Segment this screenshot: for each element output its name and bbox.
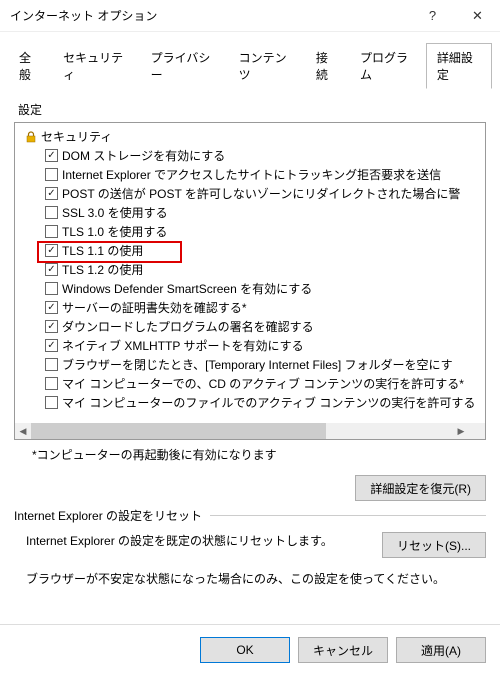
tree-item[interactable]: Internet Explorer でアクセスしたサイトにトラッキング拒否要求を… — [21, 165, 485, 184]
settings-tree[interactable]: セキュリティ DOM ストレージを有効にする Internet Explorer で… — [14, 122, 486, 440]
tab-2[interactable]: プライバシー — [140, 43, 228, 89]
tree-item[interactable]: TLS 1.2 の使用 — [21, 260, 485, 279]
reset-group: Internet Explorer の設定をリセット Internet Expl… — [14, 515, 486, 588]
tree-item-label: ダウンロードしたプログラムの署名を確認する — [62, 318, 314, 335]
checkbox[interactable] — [45, 282, 58, 295]
titlebar: インターネット オプション ? ✕ — [0, 0, 500, 32]
tab-3[interactable]: コンテンツ — [228, 43, 305, 89]
tree-item[interactable]: SSL 3.0 を使用する — [21, 203, 485, 222]
checkbox[interactable] — [45, 320, 58, 333]
reset-button[interactable]: リセット(S)... — [382, 532, 486, 558]
checkbox[interactable] — [45, 244, 58, 257]
tree-item[interactable]: POST の送信が POST を許可しないゾーンにリダイレクトされた場合に警 — [21, 184, 485, 203]
tree-item-label: マイ コンピューターでの、CD のアクティブ コンテンツの実行を許可する* — [62, 375, 464, 392]
close-button[interactable]: ✕ — [455, 0, 500, 31]
tree-item-label: POST の送信が POST を許可しないゾーンにリダイレクトされた場合に警 — [62, 185, 460, 202]
tree-item-label: ネイティブ XMLHTTP サポートを有効にする — [62, 337, 304, 354]
tree-item[interactable]: ネイティブ XMLHTTP サポートを有効にする — [21, 336, 485, 355]
tree-item-label: Internet Explorer でアクセスしたサイトにトラッキング拒否要求を… — [62, 166, 441, 183]
window-title: インターネット オプション — [10, 7, 157, 24]
window-controls: ? ✕ — [410, 0, 500, 31]
tree-item[interactable]: マイ コンピューターでの、CD のアクティブ コンテンツの実行を許可する* — [21, 374, 485, 393]
tree-item-label: Windows Defender SmartScreen を有効にする — [62, 280, 312, 297]
settings-label: 設定 — [18, 101, 486, 118]
checkbox[interactable] — [45, 358, 58, 371]
tree-item-label: マイ コンピューターのファイルでのアクティブ コンテンツの実行を許可する — [62, 394, 475, 411]
lock-icon — [25, 131, 37, 143]
checkbox[interactable] — [45, 149, 58, 162]
tree-item-label: TLS 1.2 の使用 — [62, 261, 143, 278]
scroll-corner — [469, 423, 485, 439]
tab-0[interactable]: 全般 — [8, 43, 52, 89]
checkbox[interactable] — [45, 263, 58, 276]
tree-category[interactable]: セキュリティ — [21, 127, 485, 146]
tree-inner: セキュリティ DOM ストレージを有効にする Internet Explorer で… — [15, 123, 485, 412]
checkbox[interactable] — [45, 301, 58, 314]
tab-5[interactable]: プログラム — [349, 43, 426, 89]
tab-1[interactable]: セキュリティ — [52, 43, 140, 89]
reset-description: Internet Explorer の設定を既定の状態にリセットします。 — [26, 532, 372, 550]
tab-6[interactable]: 詳細設定 — [426, 43, 492, 89]
ok-button[interactable]: OK — [200, 637, 290, 663]
checkbox[interactable] — [45, 225, 58, 238]
tree-item[interactable]: マイ コンピューターのファイルでのアクティブ コンテンツの実行を許可する — [21, 393, 485, 412]
tree-item[interactable]: サーバーの証明書失効を確認する* — [21, 298, 485, 317]
tree-category-label: セキュリティ — [41, 128, 112, 145]
restore-defaults-button[interactable]: 詳細設定を復元(R) — [355, 475, 486, 501]
checkbox[interactable] — [45, 187, 58, 200]
tree-item-label: SSL 3.0 を使用する — [62, 204, 168, 221]
help-button[interactable]: ? — [410, 0, 455, 31]
tab-strip: 全般セキュリティプライバシーコンテンツ接続プログラム詳細設定 — [0, 32, 500, 88]
scroll-left-arrow[interactable]: ◀ — [15, 423, 31, 439]
tree-item-label: TLS 1.1 の使用 — [62, 242, 143, 259]
scroll-right-arrow[interactable]: ▶ — [453, 423, 469, 439]
reset-legend: Internet Explorer の設定をリセット — [14, 507, 210, 524]
tree-item[interactable]: TLS 1.0 を使用する — [21, 222, 485, 241]
tree-item[interactable]: TLS 1.1 の使用 — [21, 241, 485, 260]
scroll-track[interactable] — [31, 423, 453, 439]
checkbox[interactable] — [45, 377, 58, 390]
tree-item-label: サーバーの証明書失効を確認する* — [62, 299, 247, 316]
tree-item[interactable]: ダウンロードしたプログラムの署名を確認する — [21, 317, 485, 336]
tree-item-label: TLS 1.0 を使用する — [62, 223, 167, 240]
checkbox[interactable] — [45, 396, 58, 409]
apply-button[interactable]: 適用(A) — [396, 637, 486, 663]
horizontal-scrollbar[interactable]: ◀ ▶ — [15, 423, 469, 439]
dialog-window: インターネット オプション ? ✕ 全般セキュリティプライバシーコンテンツ接続プ… — [0, 0, 500, 675]
tree-item[interactable]: DOM ストレージを有効にする — [21, 146, 485, 165]
tree-item[interactable]: Windows Defender SmartScreen を有効にする — [21, 279, 485, 298]
reset-warning: ブラウザーが不安定な状態になった場合にのみ、この設定を使ってください。 — [14, 566, 486, 588]
tab-4[interactable]: 接続 — [305, 43, 349, 89]
tab-content: 設定 セキュリティ DOM ストレージを有効にする Internet Explore… — [0, 89, 500, 624]
checkbox[interactable] — [45, 168, 58, 181]
dialog-footer: OK キャンセル 適用(A) — [0, 624, 500, 675]
tree-item[interactable]: ブラウザーを閉じたとき、[Temporary Internet Files] フ… — [21, 355, 485, 374]
checkbox[interactable] — [45, 206, 58, 219]
scroll-thumb[interactable] — [31, 423, 326, 439]
tree-item-label: DOM ストレージを有効にする — [62, 147, 225, 164]
cancel-button[interactable]: キャンセル — [298, 637, 388, 663]
checkbox[interactable] — [45, 339, 58, 352]
restart-note: *コンピューターの再起動後に有効になります — [32, 446, 486, 463]
tree-item-label: ブラウザーを閉じたとき、[Temporary Internet Files] フ… — [62, 356, 453, 373]
